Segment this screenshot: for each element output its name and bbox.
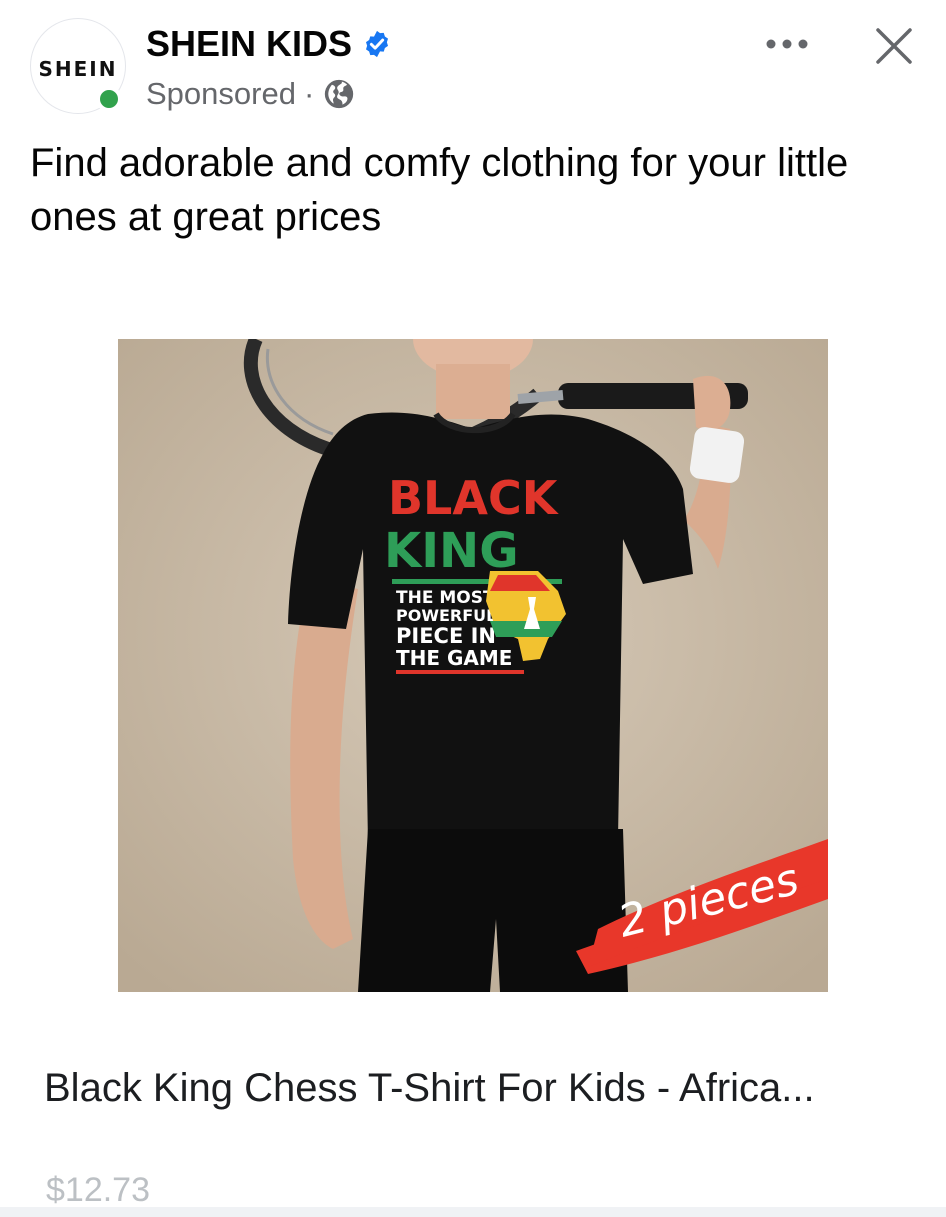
verified-badge-icon <box>362 29 392 59</box>
shirt-text-the-game: THE GAME <box>396 646 512 670</box>
child-neck <box>436 364 510 419</box>
shirt-divider-red <box>396 670 524 674</box>
close-button[interactable] <box>866 18 922 74</box>
avatar-logo-text: SHEIN <box>38 57 118 81</box>
racket-throat <box>517 390 564 404</box>
product-photo: BLACK KING THE MOST POWERFUL PIECE IN TH… <box>118 339 828 992</box>
product-price: $12.73 <box>46 1171 150 1209</box>
sponsored-post: SHEIN SHEIN KIDS Sponsored · Find adorab… <box>0 0 946 1217</box>
shirt-text-piece-in: PIECE IN <box>396 624 496 648</box>
post-caption: Find adorable and comfy clothing for you… <box>30 141 849 239</box>
more-options-icon <box>766 39 808 49</box>
globe-icon[interactable] <box>322 77 356 111</box>
shirt-text-king: KING <box>384 523 519 579</box>
online-status-dot <box>96 86 122 112</box>
right-hand <box>693 375 731 431</box>
product-title[interactable]: Black King Chess T-Shirt For Kids - Afri… <box>44 1062 924 1114</box>
advertiser-name[interactable]: SHEIN KIDS <box>146 22 352 66</box>
more-options-button[interactable] <box>760 22 814 66</box>
shirt-text-black: BLACK <box>388 471 560 525</box>
bottom-divider <box>0 1207 946 1217</box>
close-icon <box>876 28 912 64</box>
product-image[interactable]: BLACK KING THE MOST POWERFUL PIECE IN TH… <box>118 339 828 992</box>
shirt-text-powerful: POWERFUL <box>396 606 496 625</box>
wristband <box>689 427 745 483</box>
meta-separator: · <box>303 76 315 111</box>
sponsored-label[interactable]: Sponsored <box>146 74 296 114</box>
post-meta: Sponsored · <box>146 74 356 114</box>
advertiser-name-row: SHEIN KIDS <box>146 22 392 66</box>
shirt-text-the-most: THE MOST <box>396 588 495 608</box>
